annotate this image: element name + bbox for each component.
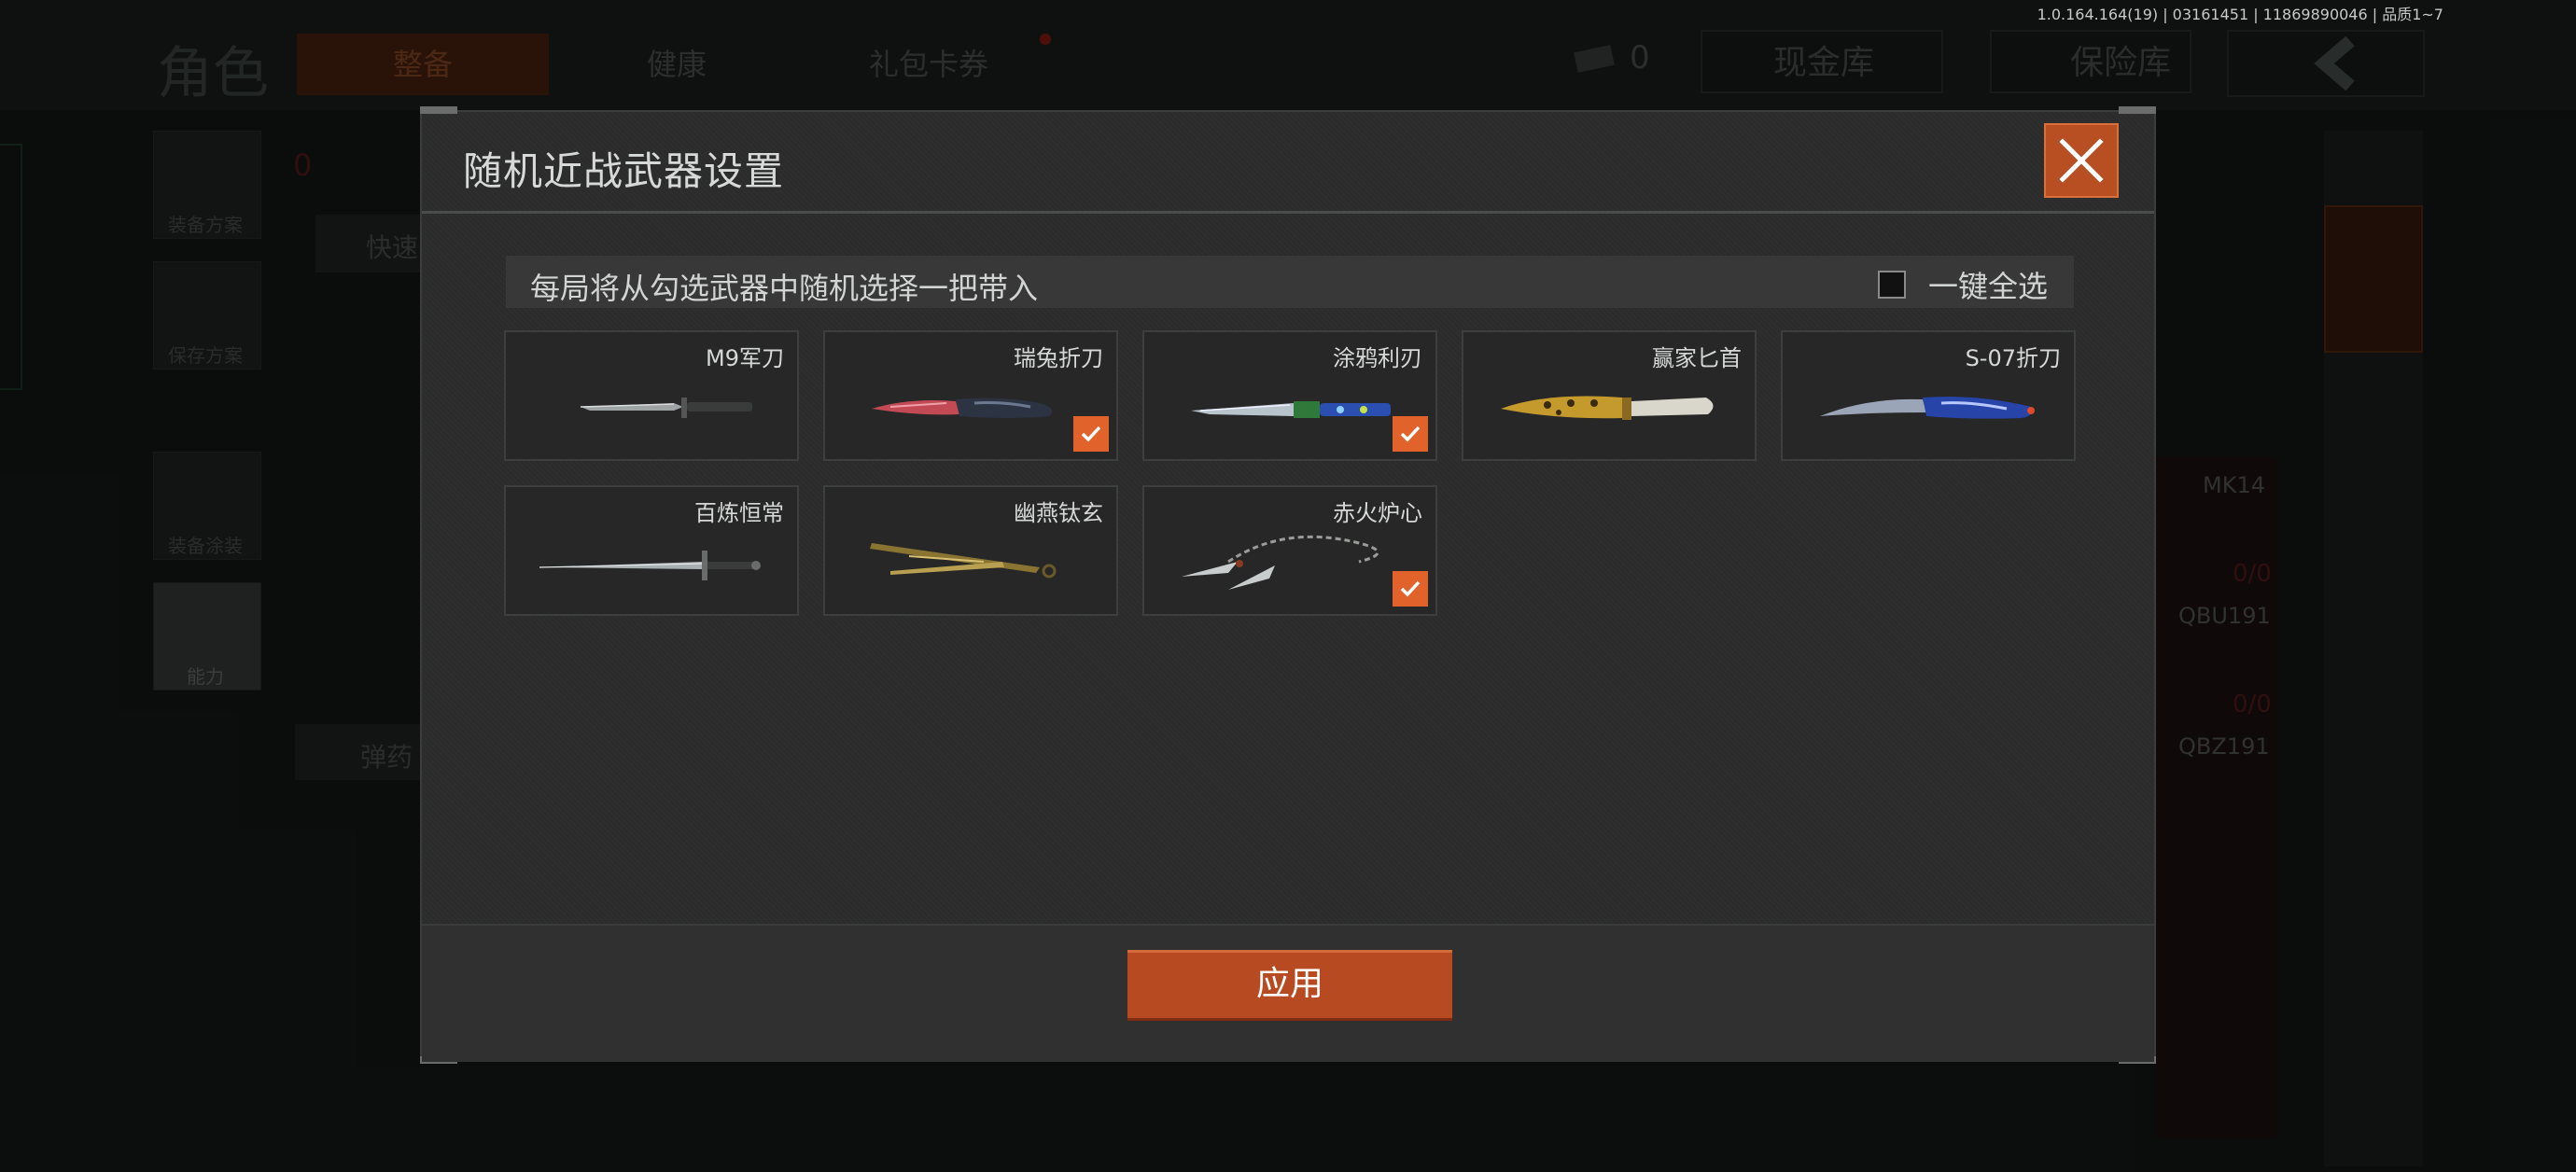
- weapon-card-bailian[interactable]: 百炼恒常: [504, 485, 799, 616]
- checkmark-icon: [1400, 426, 1421, 442]
- weapon-name: 幽燕钛玄: [1014, 500, 1103, 526]
- chihuo-rope-dart-image: [1182, 535, 1379, 590]
- weapon-card-chihuo[interactable]: 赤火炉心: [1142, 485, 1437, 616]
- tuya-blade-image: [1191, 401, 1391, 418]
- weapon-name: 涂鸦利刃: [1333, 345, 1422, 371]
- weapon-name: S-07折刀: [1965, 345, 2061, 371]
- select-all-label: 一键全选: [1927, 269, 2048, 304]
- bailian-sword-image: [539, 551, 761, 580]
- weapon-name: 瑞兔折刀: [1014, 345, 1103, 371]
- select-all-checkbox[interactable]: [1877, 271, 1906, 299]
- weapon-card-tuya[interactable]: 涂鸦利刃: [1142, 330, 1437, 461]
- weapon-name: M9军刀: [706, 345, 784, 371]
- weapon-card-youyan[interactable]: 幽燕钛玄: [823, 485, 1118, 616]
- ruitu-knife-image: [872, 398, 1053, 418]
- version-info: 1.0.164.164(19) | 03161451 | 11869890046…: [2037, 6, 2443, 23]
- weapon-card-yingjia[interactable]: 赢家匕首: [1462, 330, 1757, 461]
- weapon-name: 百炼恒常: [694, 500, 784, 526]
- weapon-name: 赢家匕首: [1652, 345, 1742, 371]
- checked-checkbox[interactable]: [1073, 416, 1109, 452]
- weapon-card-ruitu[interactable]: 瑞兔折刀: [823, 330, 1118, 461]
- checked-checkbox[interactable]: [1393, 571, 1428, 607]
- checkmark-icon: [1400, 580, 1421, 597]
- weapon-card-m9[interactable]: M9军刀: [504, 330, 799, 461]
- checked-checkbox[interactable]: [1393, 416, 1428, 452]
- random-melee-settings-dialog: 随机近战武器设置 每局将从勾选武器中随机选择一把带入 一键全选 M9军刀 瑞兔折…: [420, 106, 2156, 1064]
- close-button[interactable]: [2044, 123, 2119, 198]
- dialog-header: 随机近战武器设置: [422, 112, 2154, 214]
- checkmark-icon: [1081, 426, 1101, 442]
- weapon-card-s07[interactable]: S-07折刀: [1781, 330, 2076, 461]
- info-bar: 每局将从勾选武器中随机选择一把带入 一键全选: [506, 256, 2074, 308]
- youyan-blade-image: [870, 543, 1057, 579]
- yingjia-dagger-image: [1501, 396, 1714, 420]
- weapon-name: 赤火炉心: [1333, 500, 1422, 526]
- info-text: 每局将从勾选武器中随机选择一把带入: [530, 271, 1039, 306]
- s07-knife-image: [1820, 397, 2035, 419]
- close-icon: [2059, 138, 2104, 183]
- m9-knife-image: [580, 398, 752, 418]
- dialog-title: 随机近战武器设置: [463, 148, 785, 194]
- select-all-toggle[interactable]: 一键全选: [1877, 263, 2048, 306]
- apply-button[interactable]: 应用: [1127, 950, 1452, 1021]
